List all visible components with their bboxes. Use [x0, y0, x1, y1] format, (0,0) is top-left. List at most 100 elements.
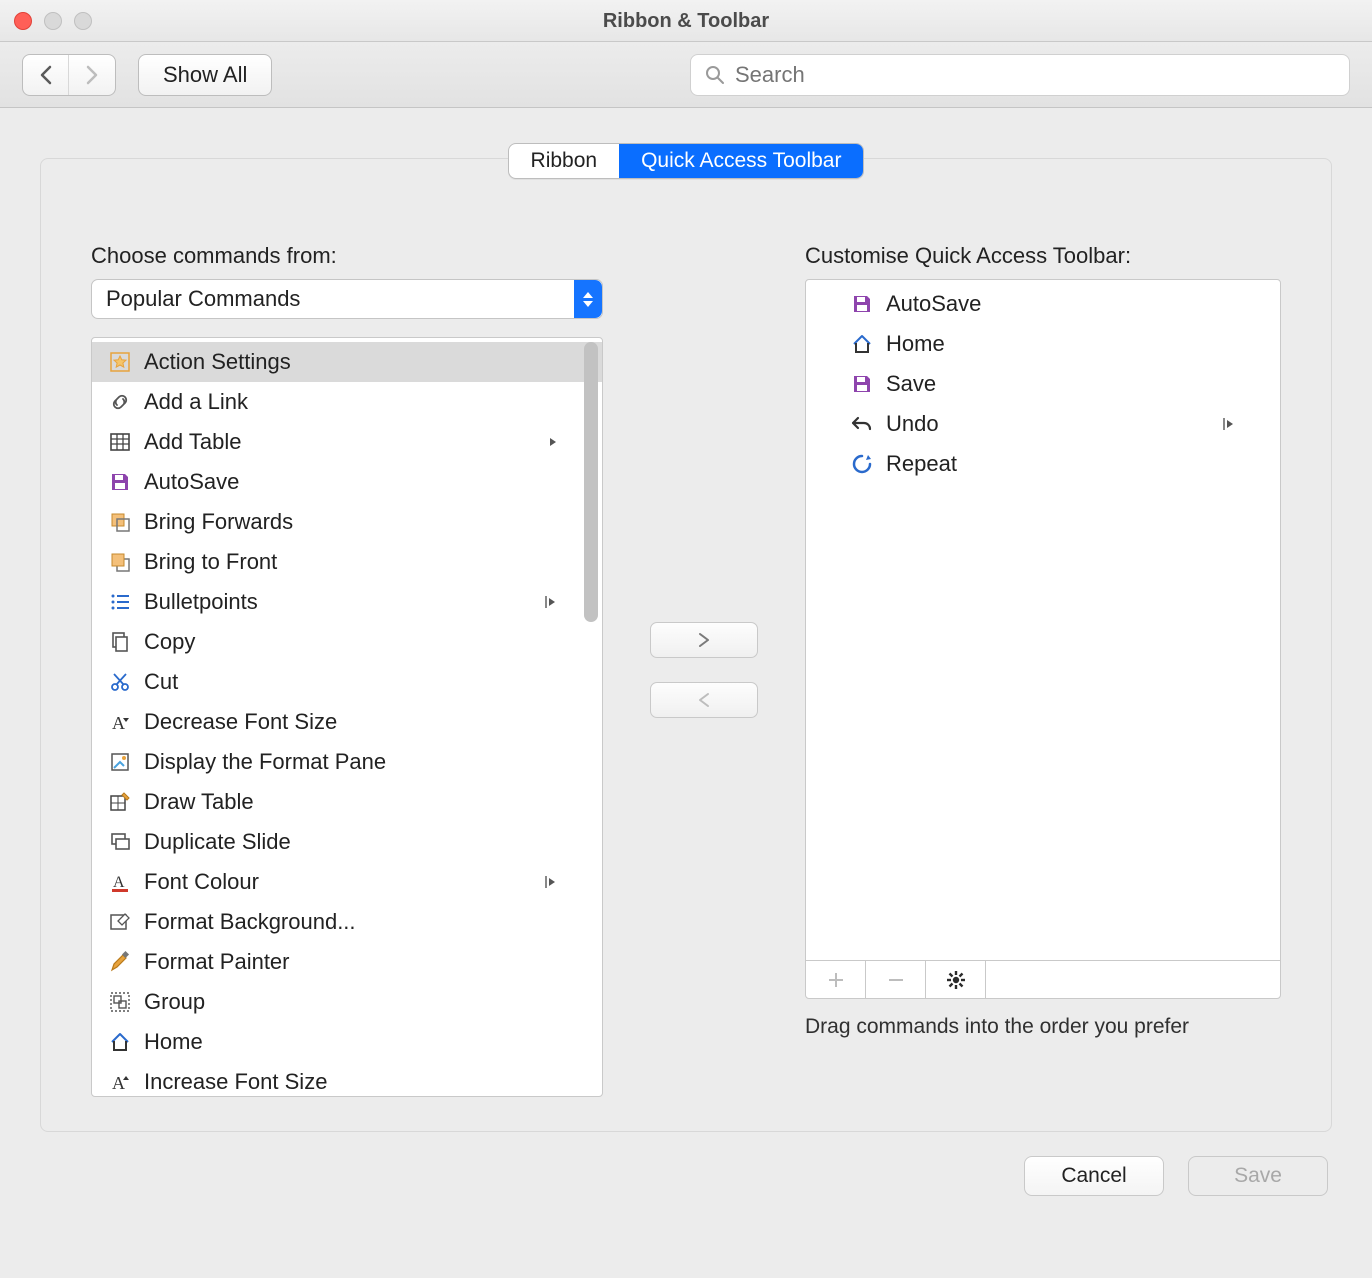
link-icon: [106, 388, 134, 416]
minimize-window-button[interactable]: [44, 12, 62, 30]
list-item-label: Bring to Front: [144, 549, 277, 575]
list-item-label: Format Background...: [144, 909, 356, 935]
search-box[interactable]: [690, 54, 1350, 96]
choose-commands-label: Choose commands from:: [91, 243, 603, 269]
copy-icon: [106, 628, 134, 656]
cancel-button[interactable]: Cancel: [1024, 1156, 1164, 1196]
search-icon: [705, 65, 735, 85]
bring-fwd-icon: [106, 508, 134, 536]
title-bar: Ribbon & Toolbar: [0, 0, 1372, 42]
list-item[interactable]: Repeat: [834, 444, 1280, 484]
tab-ribbon[interactable]: Ribbon: [509, 144, 620, 178]
list-item-label: AutoSave: [144, 469, 239, 495]
show-all-button[interactable]: Show All: [138, 54, 272, 96]
list-item[interactable]: Home: [834, 324, 1280, 364]
commands-source-select[interactable]: Popular Commands: [91, 279, 603, 319]
qat-commands-list[interactable]: AutoSave Home Save Undo Repeat: [805, 279, 1281, 999]
home-icon: [106, 1028, 134, 1056]
list-item[interactable]: Group: [92, 982, 602, 1022]
add-command-button[interactable]: [650, 622, 758, 658]
font-dec-icon: A: [106, 708, 134, 736]
list-item-label: Bulletpoints: [144, 589, 258, 615]
list-item-label: Home: [144, 1029, 203, 1055]
list-item-label: Draw Table: [144, 789, 254, 815]
preferences-toolbar: Show All: [0, 42, 1372, 108]
list-item-label: Format Painter: [144, 949, 290, 975]
list-item-label: Add Table: [144, 429, 241, 455]
list-item-label: Bring Forwards: [144, 509, 293, 535]
zoom-window-button[interactable]: [74, 12, 92, 30]
svg-text:A: A: [112, 713, 125, 733]
list-item-label: Decrease Font Size: [144, 709, 337, 735]
list-item[interactable]: AIncrease Font Size: [92, 1062, 602, 1097]
list-item[interactable]: Display the Format Pane: [92, 742, 602, 782]
list-item-label: Display the Format Pane: [144, 749, 386, 775]
list-item[interactable]: A Font Colour: [92, 862, 602, 902]
save-button[interactable]: Save: [1188, 1156, 1328, 1196]
list-item[interactable]: Duplicate Slide: [92, 822, 602, 862]
save-purple-icon: [848, 290, 876, 318]
list-item-label: AutoSave: [886, 291, 981, 317]
table-icon: [106, 428, 134, 456]
customise-qat-label: Customise Quick Access Toolbar:: [805, 243, 1281, 269]
save-purple-icon: [106, 468, 134, 496]
qat-settings-button[interactable]: [926, 961, 986, 998]
nav-forward-button[interactable]: [69, 55, 115, 95]
list-item[interactable]: Action Settings: [92, 342, 602, 382]
dialog-footer: Cancel Save: [0, 1132, 1372, 1220]
list-item[interactable]: Undo: [834, 404, 1280, 444]
list-item-label: Increase Font Size: [144, 1069, 327, 1095]
remove-command-button[interactable]: [650, 682, 758, 718]
window-controls: [14, 12, 92, 30]
submenu-arrow-icon: [544, 875, 558, 889]
list-item[interactable]: Home: [92, 1022, 602, 1062]
nav-back-button[interactable]: [23, 55, 69, 95]
format-pane-icon: [106, 748, 134, 776]
svg-text:A: A: [113, 874, 125, 891]
list-item-label: Undo: [886, 411, 939, 437]
list-item[interactable]: Save: [834, 364, 1280, 404]
bullets-icon: [106, 588, 134, 616]
list-item[interactable]: Draw Table: [92, 782, 602, 822]
cancel-label: Cancel: [1061, 1164, 1126, 1188]
list-item-label: Cut: [144, 669, 178, 695]
repeat-icon: [848, 450, 876, 478]
list-item[interactable]: Bring to Front: [92, 542, 602, 582]
list-item-label: Group: [144, 989, 205, 1015]
list-item[interactable]: AutoSave: [834, 284, 1280, 324]
list-item[interactable]: A Decrease Font Size: [92, 702, 602, 742]
star-icon: [106, 348, 134, 376]
main-panel: Ribbon Quick Access Toolbar Choose comma…: [40, 158, 1332, 1132]
list-item-label: Home: [886, 331, 945, 357]
list-item-label: Save: [886, 371, 936, 397]
commands-source-value: Popular Commands: [106, 286, 300, 312]
qat-remove-button[interactable]: [866, 961, 926, 998]
list-item[interactable]: AutoSave: [92, 462, 602, 502]
list-item-label: Repeat: [886, 451, 957, 477]
list-item[interactable]: Copy: [92, 622, 602, 662]
list-item[interactable]: Add Table: [92, 422, 602, 462]
close-window-button[interactable]: [14, 12, 32, 30]
list-item-label: Duplicate Slide: [144, 829, 291, 855]
save-label: Save: [1234, 1164, 1282, 1188]
list-item[interactable]: Bulletpoints: [92, 582, 602, 622]
scrollbar-thumb[interactable]: [584, 342, 598, 622]
list-item[interactable]: Add a Link: [92, 382, 602, 422]
list-item[interactable]: Bring Forwards: [92, 502, 602, 542]
qat-add-separator-button[interactable]: [806, 961, 866, 998]
show-all-label: Show All: [163, 62, 247, 88]
list-item[interactable]: Format Background...: [92, 902, 602, 942]
draw-table-icon: [106, 788, 134, 816]
search-input[interactable]: [735, 62, 1335, 88]
format-bg-icon: [106, 908, 134, 936]
submenu-arrow-icon: [548, 436, 558, 448]
list-item-label: Font Colour: [144, 869, 259, 895]
available-commands-list[interactable]: Action SettingsAdd a Link Add Table AutoSa…: [91, 337, 603, 1097]
list-item[interactable]: Cut: [92, 662, 602, 702]
group-icon: [106, 988, 134, 1016]
tab-quick-access-toolbar[interactable]: Quick Access Toolbar: [619, 144, 863, 178]
list-item[interactable]: Format Painter: [92, 942, 602, 982]
save-purple-icon: [848, 370, 876, 398]
tab-segmented-control: Ribbon Quick Access Toolbar: [508, 143, 865, 179]
qat-list-toolbar: [806, 960, 1280, 998]
